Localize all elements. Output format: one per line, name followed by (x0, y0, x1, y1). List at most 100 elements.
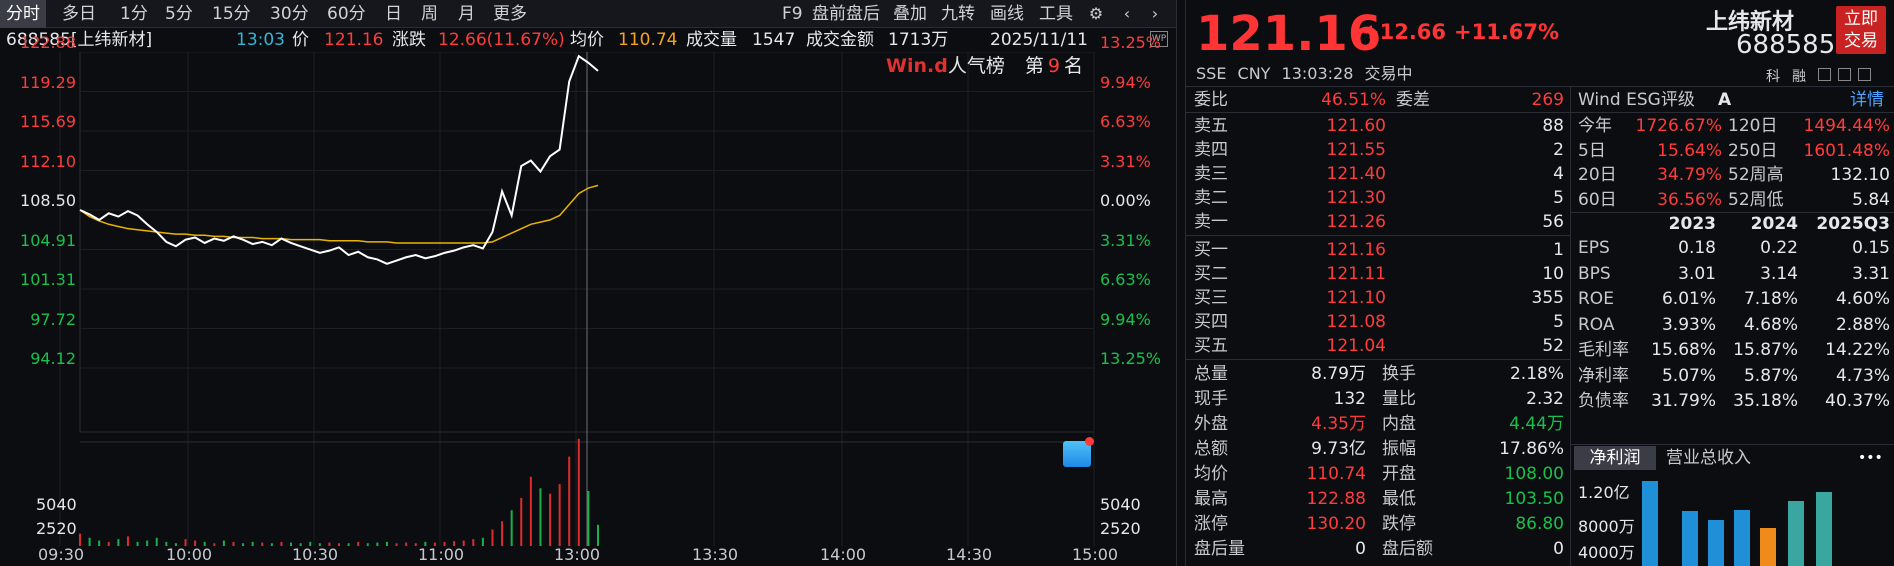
ask-label-2: 卖三 (1194, 164, 1228, 184)
tab-more[interactable]: 更多 (493, 0, 527, 28)
bid-price-1[interactable]: 121.11 (1286, 262, 1386, 286)
ask-price-3[interactable]: 121.30 (1286, 186, 1386, 210)
volume-bar-51 (568, 456, 571, 546)
perf-value-a-2: 34.79% (1657, 165, 1722, 185)
tab-5min[interactable]: 5分 (165, 0, 193, 28)
weibi-label: 委比 (1194, 90, 1228, 110)
bid-label-4: 买五 (1194, 336, 1228, 356)
wind-rank-label[interactable]: Win.d人气榜 第9名 (886, 54, 1083, 78)
perf-label-a-2: 20日 (1578, 165, 1617, 185)
tab-month[interactable]: 月 (458, 0, 475, 28)
intraday-chart[interactable] (0, 52, 1176, 566)
ask-price-0[interactable]: 121.60 (1286, 114, 1386, 138)
fin-cell-0-1: 0.22 (1760, 238, 1798, 258)
quote-panel: 121.16 +12.66 +11.67% 上纬新材 688585 立即交易 S… (1186, 0, 1894, 566)
volume-bar-46 (520, 497, 523, 546)
info-date: 2025/11/11 (990, 30, 1088, 50)
ask-price-1[interactable]: 121.55 (1286, 138, 1386, 162)
bid-price-2[interactable]: 121.10 (1286, 286, 1386, 310)
volume-bar-19 (261, 542, 264, 546)
fin-label-6: 负债率 (1578, 391, 1629, 411)
margin-icon[interactable]: 融 (1792, 66, 1806, 86)
tab-30min[interactable]: 30分 (270, 0, 309, 28)
stock-code: 688585 (1736, 30, 1836, 60)
f9-button[interactable]: F9 (782, 0, 803, 28)
tech-board-icon[interactable]: 科 (1766, 66, 1780, 86)
tab-net-profit[interactable]: 净利润 (1574, 446, 1656, 470)
ytick-left-5: 104.91 (20, 230, 76, 250)
bid-price-4[interactable]: 121.04 (1286, 334, 1386, 358)
fin-cell-5-2: 4.73% (1835, 365, 1890, 386)
stat-value-b-1: 2.32 (1526, 389, 1564, 409)
popout-icon[interactable] (1858, 68, 1871, 81)
stat-value-a-5: 122.88 (1306, 489, 1366, 509)
rank-post: 名 (1064, 55, 1084, 77)
exchange-line: SSE CNY 13:03:28 交易中 (1196, 64, 1413, 84)
tab-15min[interactable]: 15分 (212, 0, 251, 28)
stat-value-b-5: 103.50 (1504, 489, 1564, 509)
stat-value-b-4: 108.00 (1504, 464, 1564, 484)
ask-price-2[interactable]: 121.40 (1286, 162, 1386, 186)
volume-bar-48 (539, 488, 542, 546)
perf-label-a-3: 60日 (1578, 189, 1617, 210)
premarket-button[interactable]: 盘前盘后 (812, 0, 880, 28)
ytick-right-1: 9.94% (1100, 72, 1151, 92)
tab-intraday[interactable]: 分时 (0, 0, 46, 28)
tab-multiday[interactable]: 多日 (62, 0, 96, 28)
bid-vol-1: 10 (1542, 264, 1564, 284)
ninetrans-button[interactable]: 九转 (941, 0, 975, 28)
fin-label-2: ROE (1578, 289, 1614, 309)
window-icon[interactable] (1838, 68, 1851, 81)
fin-cell-4-0: 15.68% (1651, 340, 1716, 360)
fin-cell-1-1: 3.14 (1760, 263, 1798, 284)
volume-bar-54 (597, 524, 599, 546)
stat-value-a-1: 132 (1333, 389, 1366, 409)
weicha-value: 269 (1531, 90, 1564, 110)
bid-price-3[interactable]: 121.08 (1286, 310, 1386, 334)
stat-label-b-6: 跌停 (1382, 514, 1416, 534)
tab-day[interactable]: 日 (385, 0, 402, 28)
tab-revenue[interactable]: 营业总收入 (1666, 446, 1751, 470)
bid-vol-0: 1 (1553, 240, 1564, 260)
edit-icon[interactable] (1818, 68, 1831, 81)
draw-button[interactable]: 画线 (990, 0, 1024, 28)
info-avg: 110.74 (618, 30, 678, 50)
volume-bar-34 (405, 542, 408, 546)
tools-button[interactable]: 工具 (1039, 0, 1073, 28)
more-dots-icon[interactable]: ••• (1858, 446, 1883, 470)
tab-1min[interactable]: 1分 (120, 0, 148, 28)
period-toolbar: 分时 多日 1分 5分 15分 30分 60分 日 周 月 更多 F9 盘前盘后… (0, 0, 1176, 28)
ytick-right-4: 0.00% (1100, 191, 1151, 210)
stat-value-b-3: 17.86% (1499, 439, 1564, 459)
ytick-left-8: 94.12 (30, 349, 76, 368)
overlay-button[interactable]: 叠加 (893, 0, 927, 28)
volume-bar-44 (501, 521, 504, 546)
stat-label-a-5: 最高 (1194, 489, 1228, 509)
volume-bar-29 (357, 541, 360, 546)
trade-now-button[interactable]: 立即交易 (1836, 6, 1886, 54)
stat-label-a-4: 均价 (1194, 464, 1228, 484)
xtick-5: 13:30 (692, 545, 739, 564)
ask-vol-1: 2 (1553, 140, 1564, 160)
settings-gear-icon[interactable]: ⚙ (1086, 4, 1106, 24)
ytick-right-0: 13.25% (1100, 33, 1162, 52)
chevron-left-icon[interactable]: ‹ (1117, 4, 1137, 24)
vol-tick-right-0: 5040 (1100, 495, 1141, 514)
ytick-right-5: 3.31% (1100, 230, 1151, 250)
fin-cell-3-2: 2.88% (1835, 314, 1890, 335)
stat-value-b-7: 0 (1553, 539, 1564, 559)
volume-bar-20 (270, 543, 273, 546)
ask-price-4[interactable]: 121.26 (1286, 210, 1386, 234)
esg-detail-link[interactable]: 详情 (1850, 88, 1884, 112)
fin-label-5: 净利率 (1578, 365, 1629, 386)
mini-bar-1 (1682, 511, 1698, 566)
tab-week[interactable]: 周 (421, 0, 438, 28)
chart-grid (59, 52, 1095, 546)
ask-label-0: 卖五 (1194, 116, 1228, 136)
chevron-right-icon[interactable]: › (1145, 4, 1165, 24)
volume-bar-30 (366, 543, 369, 546)
volume-bar-42 (481, 537, 484, 546)
bid-price-0[interactable]: 121.16 (1286, 238, 1386, 262)
mini-bar-6 (1816, 492, 1832, 566)
tab-60min[interactable]: 60分 (327, 0, 366, 28)
